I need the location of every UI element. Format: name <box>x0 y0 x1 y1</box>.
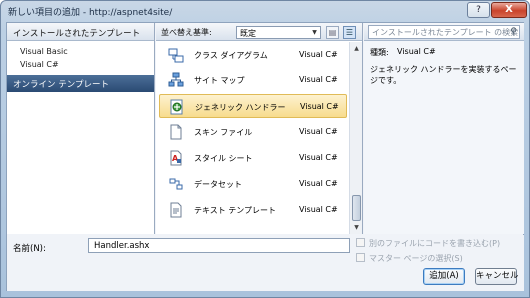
search-placeholder: インストールされたテンプレート の検索 <box>372 28 519 37</box>
template-name: スタイル シート <box>194 154 253 163</box>
template-list: クラス ダイアグラム Visual C# サイト マップ Visual C# ジ… <box>156 42 348 234</box>
template-details-panel: インストールされたテンプレート の検索 ⚲ 種類: Visual C# ジェネリ… <box>364 23 524 234</box>
dialog-body: インストールされたテンプレート Visual Basic Visual C# オ… <box>6 22 524 291</box>
search-icon[interactable]: ⚲ <box>510 27 517 37</box>
template-language: Visual C# <box>300 102 339 111</box>
sort-label: 並べ替え基準: <box>161 28 212 37</box>
template-search-input[interactable]: インストールされたテンプレート の検索 ⚲ <box>368 25 520 39</box>
online-templates-header[interactable]: オンライン テンプレート <box>7 75 154 92</box>
text-template-icon <box>170 202 182 218</box>
separate-file-checkbox[interactable]: 別のファイルにコードを書き込む(P) <box>356 238 526 249</box>
type-value: Visual C# <box>397 47 436 56</box>
checkbox-box[interactable] <box>356 253 365 262</box>
close-button[interactable]: X <box>491 2 527 18</box>
sort-value: 既定 <box>240 29 256 38</box>
scroll-up-icon[interactable]: ▲ <box>351 43 362 54</box>
dialog-footer: 名前(N): Handler.ashx 別のファイルにコードを書き込む(P) マ… <box>7 235 524 291</box>
chevron-down-icon: ▼ <box>312 29 317 36</box>
template-name: クラス ダイアグラム <box>194 51 268 60</box>
template-language: Visual C# <box>299 50 338 59</box>
sort-select[interactable]: 既定 ▼ <box>236 26 321 39</box>
search-bar: インストールされたテンプレート の検索 ⚲ <box>364 23 524 41</box>
sitemap-icon <box>168 72 184 87</box>
template-language: Visual C# <box>299 153 338 162</box>
sort-toolbar: 並べ替え基準: 既定 ▼ ▤ ☰ <box>156 23 362 41</box>
template-language: Visual C# <box>299 179 338 188</box>
window-title: 新しい項目の追加 - http://aspnet4site/ <box>8 8 173 18</box>
master-page-checkbox[interactable]: マスター ページの選択(S) <box>356 253 526 264</box>
category-visual-basic[interactable]: Visual Basic <box>20 47 68 56</box>
detail-view-icon[interactable]: ☰ <box>343 26 356 39</box>
name-label: 名前(N): <box>13 244 46 254</box>
template-language: Visual C# <box>299 75 338 84</box>
help-button[interactable]: ? <box>467 2 490 18</box>
checkbox-box[interactable] <box>356 238 365 247</box>
category-visual-csharp[interactable]: Visual C# <box>20 60 59 69</box>
template-list-panel: 並べ替え基準: 既定 ▼ ▤ ☰ クラス ダイアグラム Visual C# サイ… <box>156 23 363 234</box>
template-language: Visual C# <box>299 127 338 136</box>
skin-file-icon <box>170 124 182 140</box>
add-button[interactable]: 追加(A) <box>423 268 465 285</box>
template-row-skin-file[interactable]: スキン ファイル Visual C# <box>159 120 347 144</box>
template-name: テキスト テンプレート <box>194 206 277 215</box>
template-categories-panel: インストールされたテンプレート Visual Basic Visual C# オ… <box>7 23 155 234</box>
template-name: サイト マップ <box>194 76 245 85</box>
template-row-stylesheet[interactable]: A スタイル シート Visual C# <box>159 146 347 170</box>
template-row-text-template[interactable]: テキスト テンプレート Visual C# <box>159 198 347 222</box>
scroll-down-icon[interactable]: ▼ <box>351 222 362 233</box>
template-name: スキン ファイル <box>194 128 253 137</box>
installed-templates-header[interactable]: インストールされたテンプレート <box>7 23 154 41</box>
cancel-button[interactable]: キャンセル <box>475 268 519 285</box>
template-language: Visual C# <box>299 205 338 214</box>
checkbox-label: 別のファイルにコードを書き込む(P) <box>369 239 501 248</box>
template-list-scrollbar[interactable]: ▲ ▼ <box>349 42 362 234</box>
template-name: データセット <box>194 180 242 189</box>
generic-handler-icon <box>170 99 183 115</box>
checkbox-label: マスター ページの選択(S) <box>369 254 463 263</box>
template-row-dataset[interactable]: データセット Visual C# <box>159 172 347 196</box>
template-row-class-diagram[interactable]: クラス ダイアグラム Visual C# <box>159 43 347 67</box>
add-new-item-dialog: 新しい項目の追加 - http://aspnet4site/ ? X インストー… <box>0 0 530 298</box>
dataset-icon <box>169 178 183 190</box>
name-field[interactable]: Handler.ashx <box>88 238 350 253</box>
template-row-generic-handler[interactable]: ジェネリック ハンドラー Visual C# <box>159 94 347 118</box>
list-view-icon[interactable]: ▤ <box>326 26 339 39</box>
stylesheet-icon: A <box>170 150 182 166</box>
template-name: ジェネリック ハンドラー <box>195 103 286 112</box>
type-label: 種類: <box>370 48 389 57</box>
template-row-sitemap[interactable]: サイト マップ Visual C# <box>159 68 347 92</box>
scrollbar-thumb[interactable] <box>352 195 361 221</box>
class-diagram-icon <box>168 48 184 63</box>
title-bar[interactable]: 新しい項目の追加 - http://aspnet4site/ ? X <box>1 1 529 21</box>
template-description: ジェネリック ハンドラーを実装するページです。 <box>370 65 517 85</box>
